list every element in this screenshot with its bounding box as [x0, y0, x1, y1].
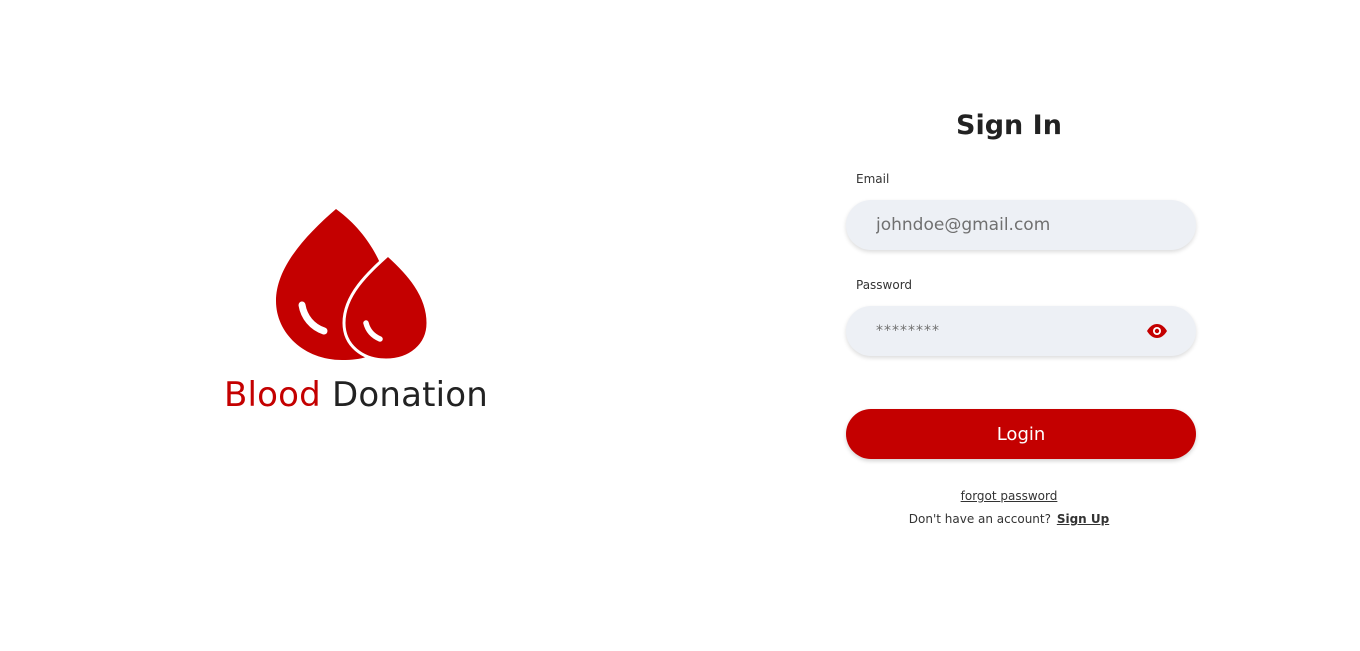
- email-label: Email: [856, 172, 890, 186]
- password-label: Password: [856, 278, 913, 292]
- login-button[interactable]: Login: [846, 409, 1196, 459]
- signup-row: Don't have an account? Sign Up: [834, 512, 1184, 526]
- password-field[interactable]: [846, 306, 1146, 356]
- brand-name: Blood Donation: [200, 375, 512, 415]
- brand: Blood Donation: [200, 205, 512, 415]
- eye-icon[interactable]: [1146, 323, 1168, 339]
- blood-drops-icon: [276, 209, 430, 362]
- password-field-container: [846, 306, 1196, 356]
- page-title: Sign In: [956, 110, 1062, 141]
- login-page: Blood Donation Sign In Email Password Lo…: [0, 0, 1360, 651]
- email-field-container: [846, 200, 1196, 250]
- forgot-password-link[interactable]: forgot password: [961, 489, 1058, 503]
- brand-word-donation: Donation: [331, 375, 489, 415]
- signup-prompt: Don't have an account?: [908, 512, 1051, 526]
- signup-link[interactable]: Sign Up: [1057, 512, 1109, 526]
- brand-word-blood: Blood: [223, 375, 321, 415]
- email-field[interactable]: [846, 200, 1146, 250]
- signin-form: Sign In Email Password Login forgot pass…: [846, 106, 1196, 526]
